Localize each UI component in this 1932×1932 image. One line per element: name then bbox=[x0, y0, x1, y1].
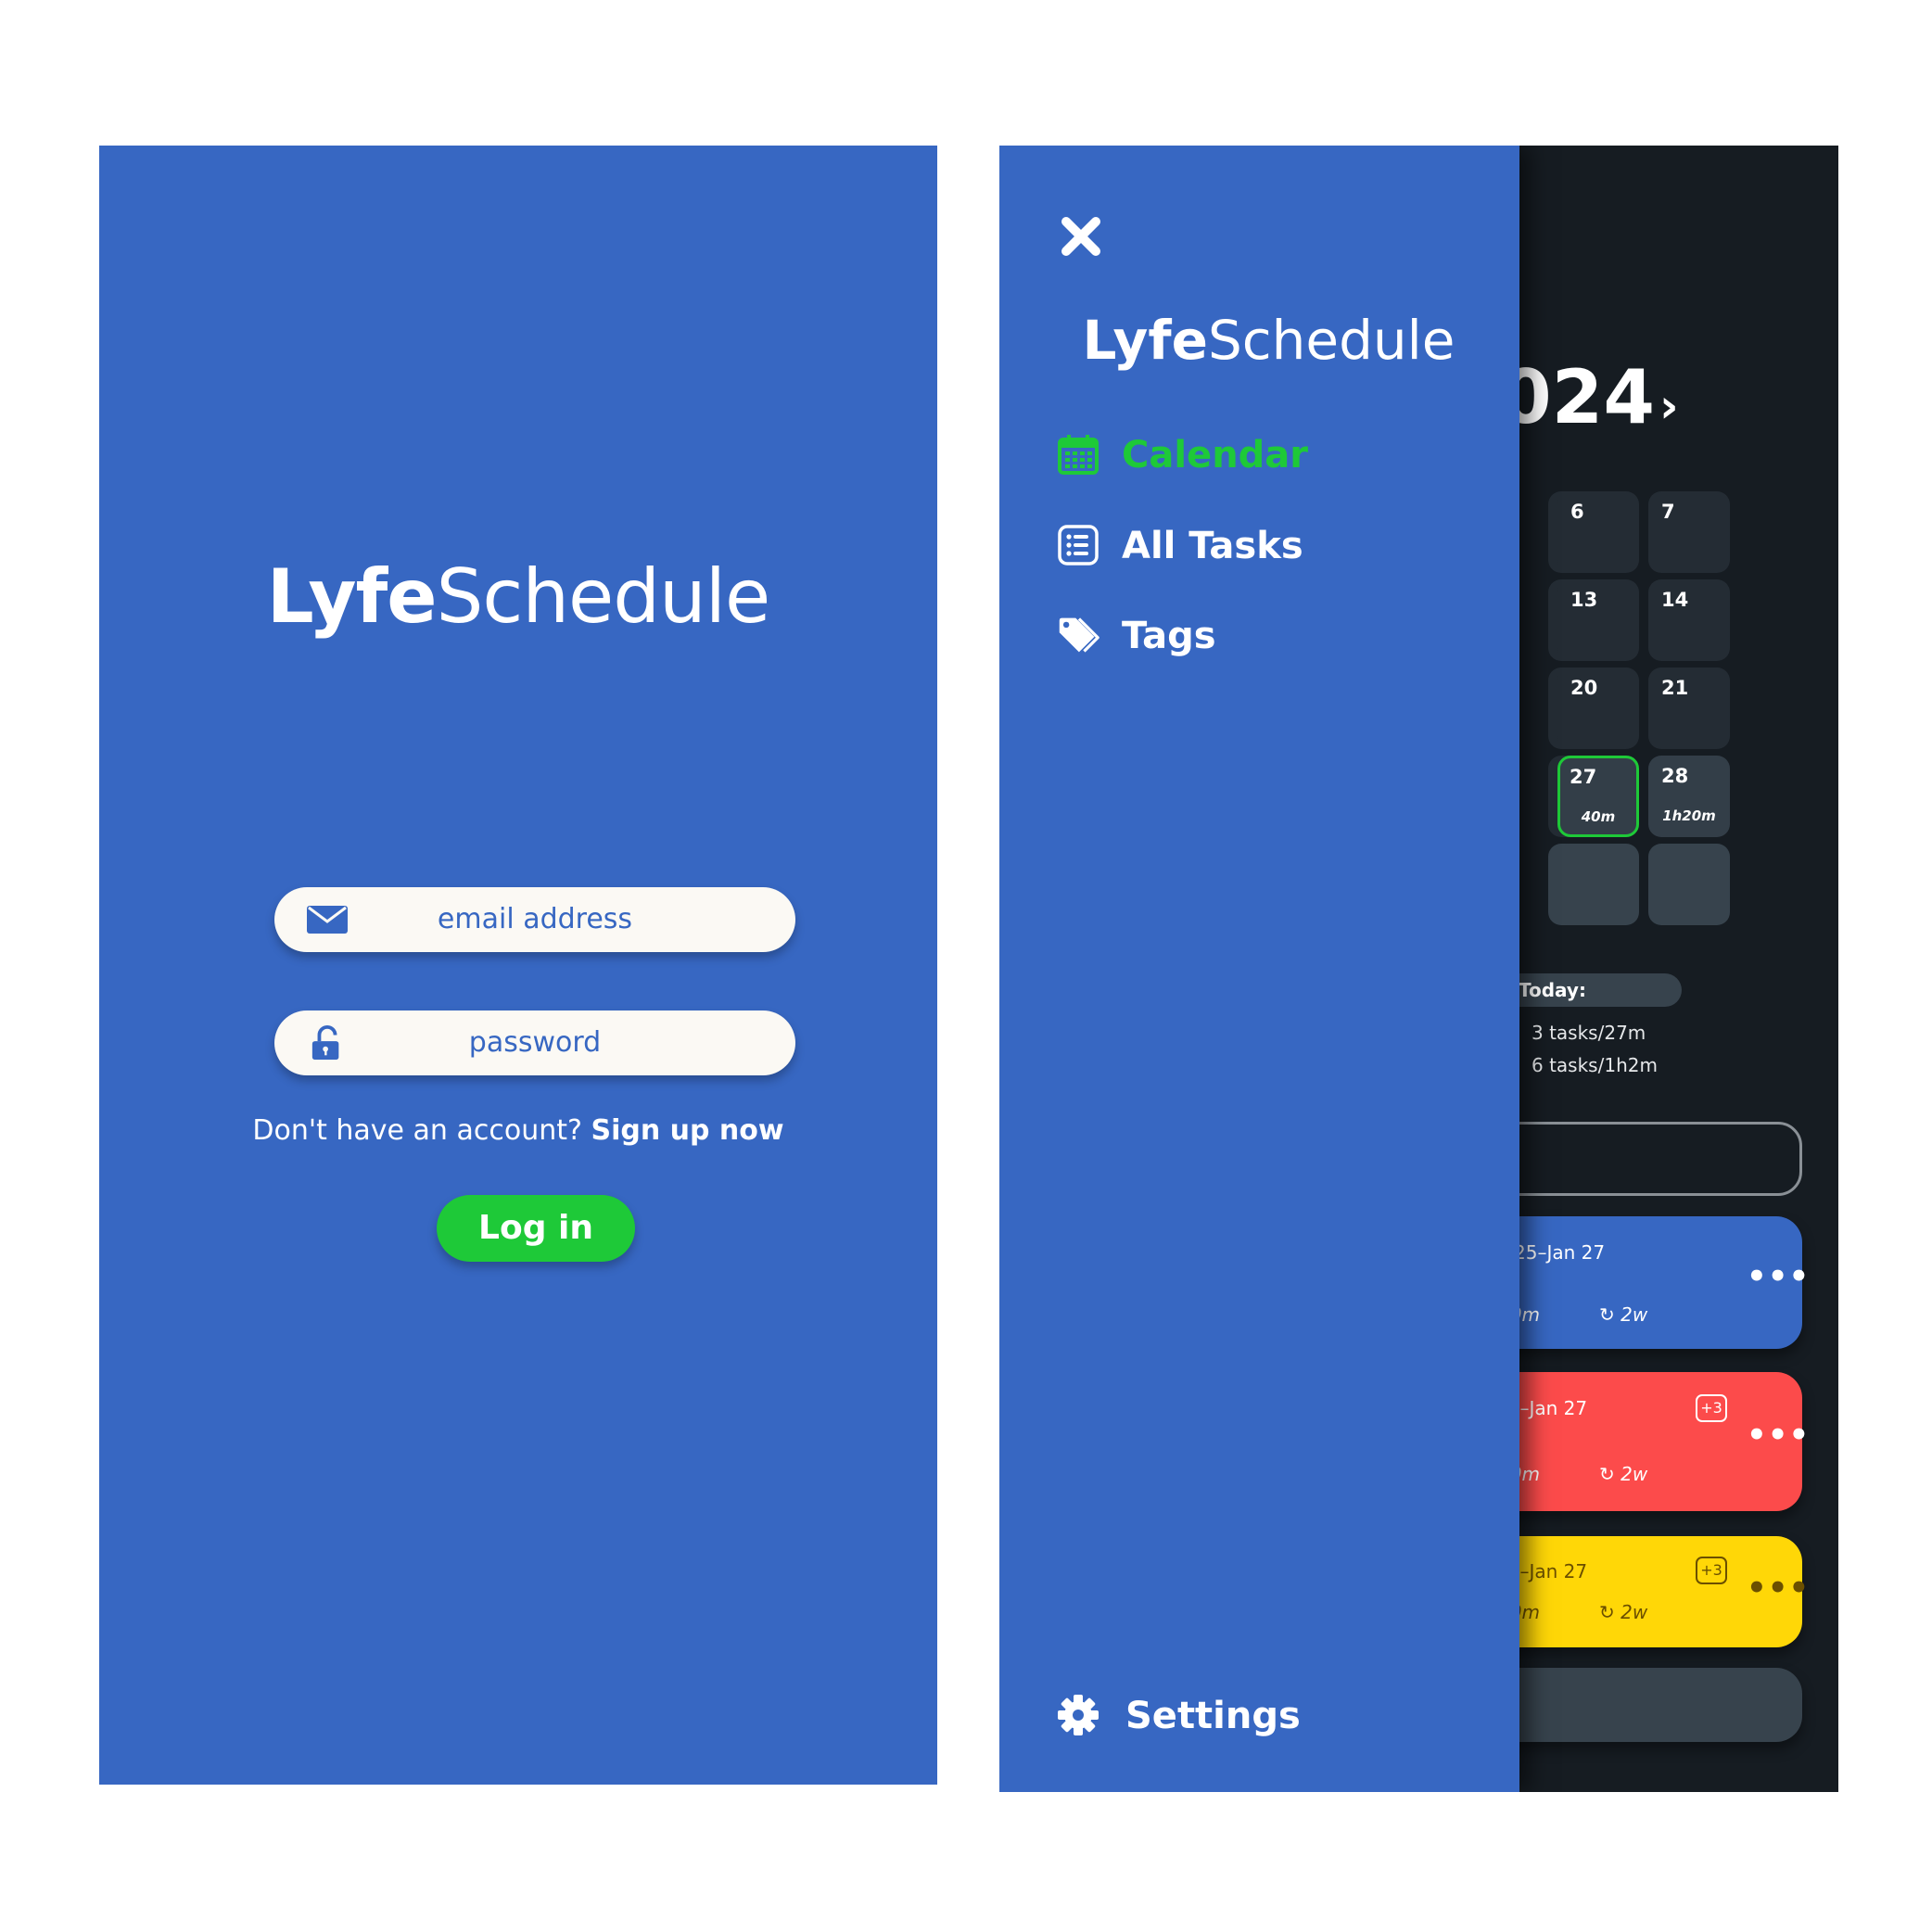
email-placeholder: email address bbox=[437, 903, 633, 935]
nav-label: Calendar bbox=[1122, 434, 1309, 477]
gear-icon bbox=[1058, 1695, 1099, 1735]
task-repeat: ↻ 2w bbox=[1599, 1463, 1648, 1485]
stat-line: 3 tasks/27m bbox=[1532, 1022, 1646, 1044]
day-number: 6 bbox=[1570, 501, 1584, 523]
calendar-screen: 024 › 6 7 13 14 20 21 27 40m 28 1h20m To… bbox=[999, 146, 1838, 1792]
signup-prompt: Don't have an account? bbox=[252, 1114, 582, 1147]
task-repeat: ↻ 2w bbox=[1599, 1303, 1648, 1326]
close-icon[interactable] bbox=[1059, 214, 1103, 259]
nav-label: Tags bbox=[1122, 615, 1216, 657]
password-placeholder: password bbox=[468, 1026, 602, 1059]
calendar-icon bbox=[1058, 435, 1099, 475]
next-month-button[interactable]: › bbox=[1659, 379, 1679, 433]
calendar-day[interactable]: 28 1h20m bbox=[1648, 756, 1730, 837]
task-repeat: ↻ 2w bbox=[1599, 1601, 1648, 1623]
day-number: 7 bbox=[1661, 501, 1675, 523]
login-screen: LyfeSchedule LOGIN email address passwor… bbox=[99, 146, 937, 1785]
day-number: 20 bbox=[1570, 677, 1598, 699]
extra-tags-badge: +3 bbox=[1696, 1557, 1727, 1584]
calendar-day[interactable]: 6 bbox=[1557, 491, 1639, 573]
calendar-day[interactable] bbox=[1648, 844, 1730, 925]
day-number: 13 bbox=[1570, 589, 1598, 611]
email-field[interactable]: email address bbox=[274, 887, 795, 952]
calendar-day[interactable]: 14 bbox=[1648, 579, 1730, 661]
calendar-day[interactable] bbox=[1557, 844, 1639, 925]
month-year-title: 024 bbox=[1500, 354, 1655, 440]
nav-label: Settings bbox=[1125, 1695, 1301, 1737]
calendar-day[interactable]: 7 bbox=[1648, 491, 1730, 573]
day-number: 28 bbox=[1661, 765, 1689, 787]
app-logo: LyfeSchedule bbox=[266, 553, 770, 640]
signup-link[interactable]: Sign up now bbox=[591, 1114, 783, 1147]
day-duration: 40m bbox=[1581, 808, 1616, 825]
list-icon bbox=[1058, 525, 1099, 566]
extra-tags-badge: +3 bbox=[1696, 1394, 1727, 1422]
signup-row: Don't have an account? Sign up now bbox=[99, 1114, 937, 1147]
day-number: 27 bbox=[1570, 766, 1597, 788]
day-duration: 1h20m bbox=[1662, 807, 1716, 824]
password-field[interactable]: password bbox=[274, 1010, 795, 1075]
nav-label: All Tasks bbox=[1122, 525, 1303, 567]
more-options-icon[interactable]: ••• bbox=[1747, 1570, 1810, 1607]
calendar-day[interactable]: 21 bbox=[1648, 667, 1730, 749]
stat-line: 6 tasks/1h2m bbox=[1532, 1054, 1658, 1076]
day-number: 21 bbox=[1661, 677, 1689, 699]
calendar-day[interactable]: 13 bbox=[1557, 579, 1639, 661]
nav-drawer: LyfeSchedule Calendar All Tasks Tags Set… bbox=[999, 146, 1519, 1792]
login-button[interactable]: Log in bbox=[437, 1195, 635, 1262]
more-options-icon[interactable]: ••• bbox=[1747, 1258, 1810, 1295]
app-logo: LyfeSchedule bbox=[1082, 309, 1455, 372]
day-number: 14 bbox=[1661, 589, 1689, 611]
calendar-day-today[interactable]: 27 40m bbox=[1557, 756, 1639, 837]
tags-icon bbox=[1059, 617, 1099, 653]
calendar-day[interactable]: 20 bbox=[1557, 667, 1639, 749]
more-options-icon[interactable]: ••• bbox=[1747, 1417, 1810, 1454]
